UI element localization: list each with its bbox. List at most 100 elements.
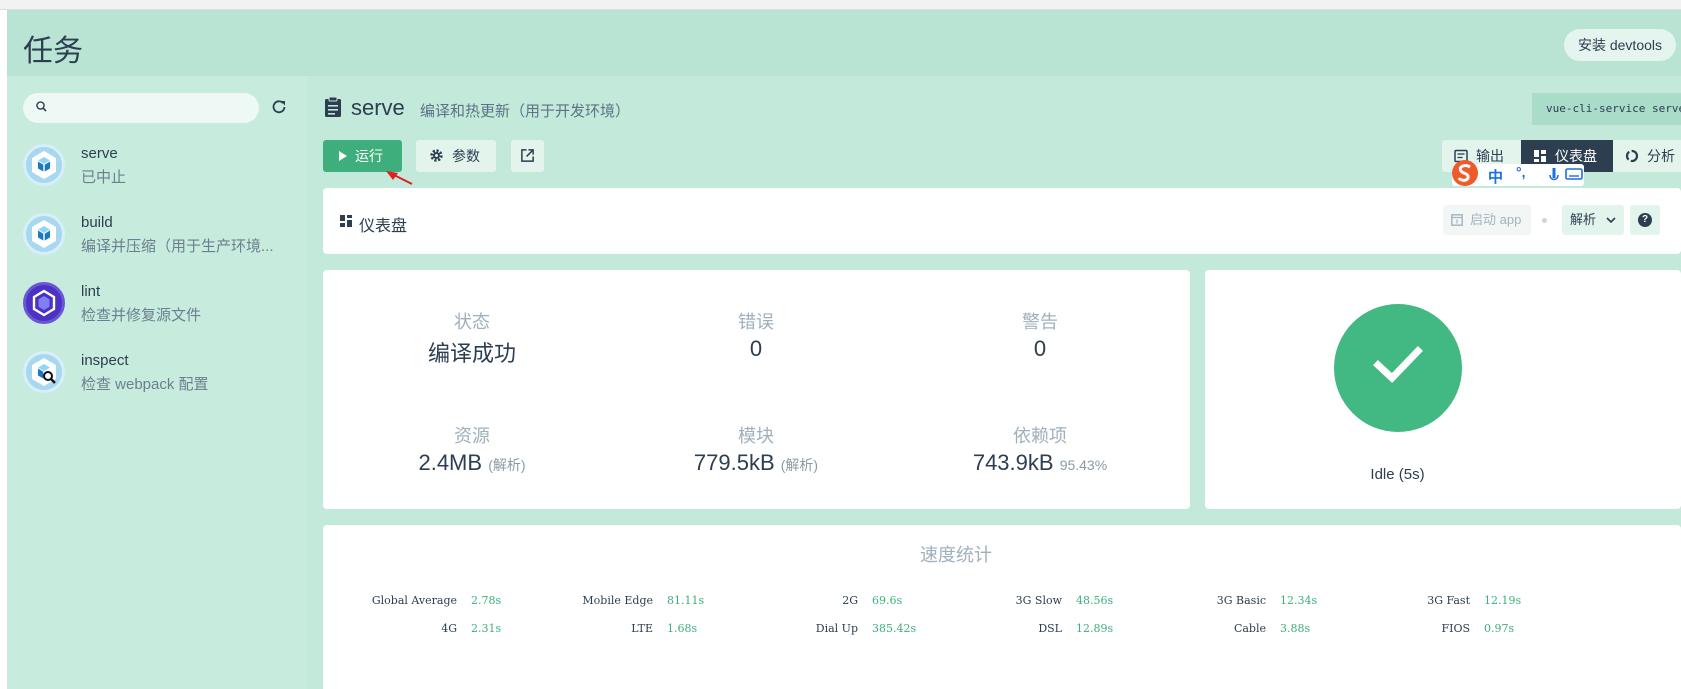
eslint-icon xyxy=(23,282,65,324)
speed-stat-value: 1.68s xyxy=(667,622,698,635)
stat-label: 资源 xyxy=(454,426,490,446)
ime-toolbar[interactable]: 中 °, xyxy=(1452,158,1587,188)
speed-stat-item: 3G Slow 48.56s xyxy=(957,594,1114,607)
speed-stat-value: 385.42s xyxy=(872,622,917,635)
speed-stat-item: Cable 3.88s xyxy=(1161,622,1310,635)
task-item-lint[interactable]: lint 检查并修复源文件 xyxy=(23,282,303,348)
success-indicator xyxy=(1334,304,1462,432)
task-name: build xyxy=(81,214,113,231)
stat-value-main: 743.9kB xyxy=(972,450,1054,475)
task-name: lint xyxy=(81,283,101,300)
install-devtools-button[interactable]: 安装 devtools xyxy=(1564,29,1676,61)
stat-label: 依赖项 xyxy=(1013,426,1067,446)
task-item-serve[interactable]: serve 已中止 xyxy=(23,144,303,210)
help-button[interactable]: ? xyxy=(1630,205,1660,235)
dashboard-icon xyxy=(340,215,352,227)
build-stats-card: 状态 编译成功 错误 0 警告 0 资源 2.4MB (解析) 模块 779.5… xyxy=(323,270,1190,509)
speed-stats-card: 速度统计 Global Average 2.78s Mobile Edge 81.1… xyxy=(323,525,1681,689)
dashboard-header-card: 仪表盘 启动 app 解析 ? xyxy=(323,188,1681,254)
speed-stat-name: Dial Up xyxy=(815,622,858,635)
speed-stat-item: 4G 2.31s xyxy=(357,622,501,635)
gear-icon xyxy=(430,149,443,162)
speed-stat-value: 12.34s xyxy=(1280,594,1318,607)
speed-stat-name: DSL xyxy=(1038,622,1062,635)
window-left-edge xyxy=(0,10,7,689)
open-external-button[interactable] xyxy=(511,140,544,172)
stat-value-sub: (解析) xyxy=(780,457,819,473)
speed-stat-value: 69.6s xyxy=(872,594,903,607)
build-status-card: Idle (5s) xyxy=(1205,270,1681,509)
checkmark-icon xyxy=(1373,346,1423,383)
annotation-arrow xyxy=(386,171,413,185)
stat-value-main: 779.5kB xyxy=(693,450,775,475)
ime-punctuation: °, xyxy=(1516,164,1526,180)
task-subtitle: 编译和热更新（用于开发环境） xyxy=(420,103,631,120)
params-label: 参数 xyxy=(452,148,480,164)
clipboard-icon xyxy=(325,96,341,117)
start-app-label: 启动 app xyxy=(1470,212,1522,227)
speed-stat-item: 2G 69.6s xyxy=(753,594,902,607)
task-search-input[interactable] xyxy=(23,93,259,123)
donut-chart-icon xyxy=(1625,149,1639,163)
stat-label: 状态 xyxy=(454,312,490,332)
refresh-icon[interactable] xyxy=(269,97,289,117)
speed-stat-value: 0.97s xyxy=(1484,622,1515,635)
speed-stat-name: Global Average xyxy=(371,594,457,607)
parse-mode-select[interactable]: 解析 xyxy=(1562,205,1624,235)
speed-stat-name: 3G Fast xyxy=(1427,594,1470,607)
help-icon: ? xyxy=(1638,213,1652,227)
task-detail-panel: serve 编译和热更新（用于开发环境） vue-cli-service ser… xyxy=(307,76,1681,689)
stat-value-main: 2.4MB xyxy=(418,450,483,475)
speed-stat-value: 3.88s xyxy=(1280,622,1311,635)
speed-stat-name: 2G xyxy=(842,594,858,607)
speed-stat-item: Global Average 2.78s xyxy=(357,594,501,607)
idle-status-text: Idle (5s) xyxy=(1370,466,1425,483)
speed-stat-name: FIOS xyxy=(1441,622,1470,635)
params-button[interactable]: 参数 xyxy=(416,140,496,172)
search-icon xyxy=(36,101,47,112)
webpack-icon xyxy=(23,213,65,255)
stat-value-sub: 95.43% xyxy=(1059,457,1108,473)
page-title: 任务 xyxy=(23,34,83,69)
task-description: 编译并压缩（用于生产环境... xyxy=(81,238,274,255)
task-name: serve xyxy=(81,145,118,162)
task-item-build[interactable]: build 编译并压缩（用于生产环境... xyxy=(23,213,303,279)
separator-dot xyxy=(1542,218,1547,223)
speed-stat-value: 81.11s xyxy=(667,594,705,607)
start-app-button[interactable]: 启动 app xyxy=(1443,205,1531,235)
run-button[interactable]: 运行 xyxy=(323,140,402,172)
speed-stat-name: Cable xyxy=(1233,622,1266,635)
speed-stat-value: 12.19s xyxy=(1484,594,1522,607)
speed-stat-name: 3G Basic xyxy=(1216,594,1266,607)
speed-stat-item: Dial Up 385.42s xyxy=(753,622,916,635)
tab-analyze[interactable]: 分析 xyxy=(1613,140,1681,172)
stat-status: 状态 编译成功 xyxy=(342,308,602,368)
tab-analyze-label: 分析 xyxy=(1647,148,1675,164)
stat-modules: 模块 779.5kB (解析) xyxy=(626,422,886,476)
speed-stat-name: 3G Slow xyxy=(1015,594,1062,607)
speed-stat-item: FIOS 0.97s xyxy=(1365,622,1514,635)
stat-dependencies: 依赖项 743.9kB 95.43% xyxy=(910,422,1170,476)
stat-value: 779.5kB (解析) xyxy=(626,450,886,476)
stat-label: 警告 xyxy=(1022,312,1058,332)
stat-errors: 错误 0 xyxy=(626,308,886,362)
open-app-icon xyxy=(1451,214,1463,226)
task-item-inspect[interactable]: inspect 检查 webpack 配置 xyxy=(23,351,303,417)
parse-mode-value: 解析 xyxy=(1570,212,1597,227)
webpack-icon xyxy=(23,144,65,186)
stat-value: 2.4MB (解析) xyxy=(342,450,602,476)
play-icon xyxy=(339,151,347,161)
task-command: vue-cli-service serve xyxy=(1532,93,1681,125)
stat-value: 0 xyxy=(1033,336,1047,361)
speed-stat-name: Mobile Edge xyxy=(582,594,653,607)
speed-stat-value: 2.78s xyxy=(471,594,502,607)
speed-stat-name: LTE xyxy=(631,622,653,635)
webpack-inspect-icon xyxy=(23,351,65,393)
stat-value-sub: (解析) xyxy=(488,457,526,473)
task-description: 检查 webpack 配置 xyxy=(81,376,209,393)
stat-value: 743.9kB 95.43% xyxy=(910,450,1170,476)
speed-stat-item: LTE 1.68s xyxy=(556,622,697,635)
speed-stat-item: DSL 12.89s xyxy=(957,622,1113,635)
app-header: 任务 安装 devtools xyxy=(7,10,1681,76)
dashboard-title: 仪表盘 xyxy=(359,218,408,235)
